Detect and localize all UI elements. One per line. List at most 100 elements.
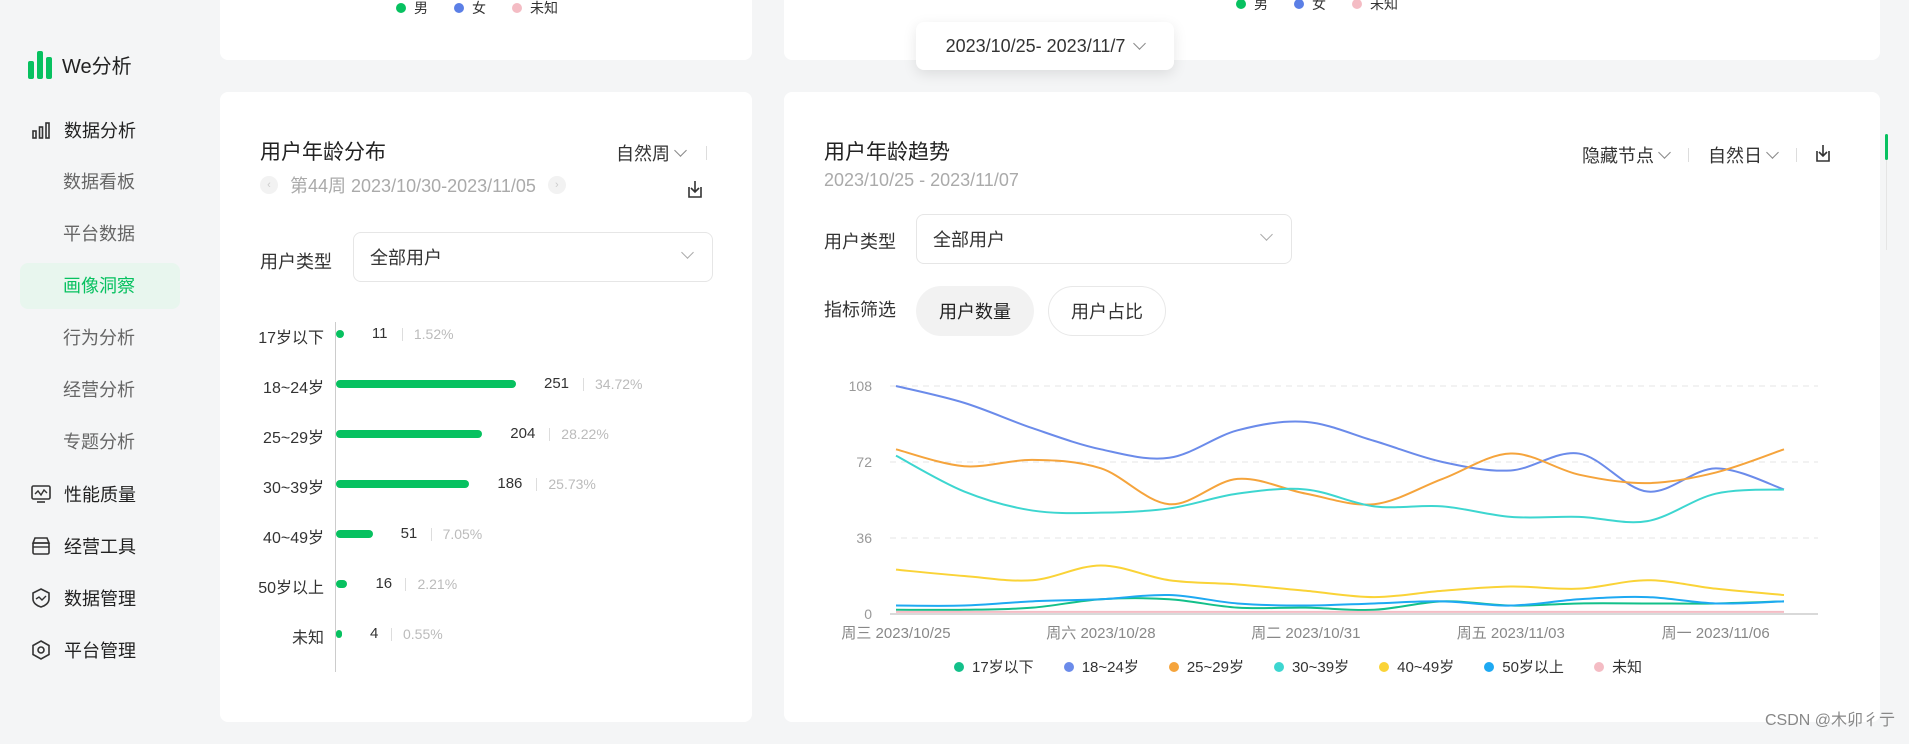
download-icon[interactable] xyxy=(684,178,706,200)
age-bar-row[interactable]: 30~39岁 186 25.73% xyxy=(220,472,752,497)
legend-item-female[interactable]: 女 xyxy=(454,0,486,18)
card-title: 用户年龄趋势 xyxy=(824,141,950,164)
hexagon-settings-icon xyxy=(32,640,50,660)
nav-item-dashboard[interactable]: 数据看板 xyxy=(20,156,180,208)
nav-item-topic-analysis[interactable]: 专题分析 xyxy=(20,416,180,468)
divider xyxy=(549,428,551,441)
legend-item[interactable]: 17岁以下 xyxy=(954,656,1034,677)
divider xyxy=(391,628,392,641)
scroll-indicator[interactable] xyxy=(1885,134,1888,160)
node-visibility-value: 隐藏节点 xyxy=(1582,146,1654,166)
select-value: 全部用户 xyxy=(370,248,442,268)
age-bar-value: 204 xyxy=(510,425,536,442)
series-line xyxy=(895,454,1785,524)
age-bar-row[interactable]: 17岁以下 11 1.52% xyxy=(220,322,752,347)
divider xyxy=(706,146,707,160)
we-logo-icon xyxy=(28,50,54,79)
legend-item[interactable]: 30~39岁 xyxy=(1273,656,1349,677)
series-line xyxy=(895,385,1785,493)
legend-dot-icon xyxy=(1168,661,1179,672)
nav-group-performance[interactable]: 性能质量 xyxy=(20,468,180,520)
nav-group-data-analysis[interactable]: 数据分析 xyxy=(20,104,180,156)
legend-item-male[interactable]: 男 xyxy=(1236,0,1268,14)
age-bar-percent: 28.22% xyxy=(561,426,609,442)
legend-label: 50岁以上 xyxy=(1502,659,1564,676)
chevron-down-icon xyxy=(674,144,687,157)
user-type-select[interactable]: 全部用户 xyxy=(353,232,713,282)
age-bar-label: 17岁以下 xyxy=(258,330,324,347)
age-bar-label: 25~29岁 xyxy=(263,430,324,447)
nav-item-profile-insight[interactable]: 画像洞察 xyxy=(20,263,180,309)
legend-item-male[interactable]: 男 xyxy=(396,0,428,18)
logo[interactable]: We分析 xyxy=(28,50,132,79)
legend-item[interactable]: 未知 xyxy=(1593,656,1642,677)
nav-group-data-management[interactable]: 数据管理 xyxy=(20,572,180,624)
monitor-icon xyxy=(31,485,51,503)
nav-group-platform-management[interactable]: 平台管理 xyxy=(20,624,180,676)
user-type-select[interactable]: 全部用户 xyxy=(916,214,1292,264)
scroll-track[interactable] xyxy=(1886,160,1887,250)
age-bar-row[interactable]: 未知 4 0.55% xyxy=(220,622,752,647)
granularity-dropdown[interactable]: 自然周 xyxy=(616,140,687,166)
age-bar-percent: 0.55% xyxy=(403,626,443,642)
date-range-picker[interactable]: 2023/10/25- 2023/11/7 xyxy=(916,22,1174,70)
legend-dot-icon xyxy=(1273,661,1284,672)
legend-item[interactable]: 50岁以上 xyxy=(1484,656,1564,677)
age-bar[interactable] xyxy=(336,430,483,438)
nav-item-platform-data[interactable]: 平台数据 xyxy=(20,208,180,260)
age-bar-percent: 2.21% xyxy=(417,576,458,592)
age-bar-row[interactable]: 50岁以上 16 2.21% xyxy=(220,572,752,597)
age-bar-percent: 25.73% xyxy=(548,476,596,492)
nav-item-business-analysis[interactable]: 经营分析 xyxy=(20,364,180,416)
node-visibility-dropdown[interactable]: 隐藏节点 xyxy=(1582,142,1671,168)
metric-ratio-pill[interactable]: 用户占比 xyxy=(1048,286,1166,336)
age-bar[interactable] xyxy=(336,530,373,538)
watermark: CSDN @木卯彳亍 xyxy=(1764,712,1895,729)
age-bar-label: 50岁以上 xyxy=(258,580,324,597)
age-bar[interactable] xyxy=(336,380,516,388)
age-bar-row[interactable]: 18~24岁 251 34.72% xyxy=(220,372,752,397)
granularity-dropdown[interactable]: 自然日 xyxy=(1708,142,1779,168)
download-icon[interactable] xyxy=(1812,142,1834,164)
legend-dot-icon xyxy=(954,661,964,672)
shield-icon xyxy=(32,588,50,608)
age-bar[interactable] xyxy=(336,580,348,588)
age-bar-percent: 1.52% xyxy=(413,326,454,342)
legend-item[interactable]: 25~29岁 xyxy=(1168,656,1244,677)
x-tick-label: 周一 2023/11/06 xyxy=(1662,625,1770,640)
logo-text: We分析 xyxy=(62,56,132,78)
metric-count-pill[interactable]: 用户数量 xyxy=(916,286,1034,336)
legend-label: 25~29岁 xyxy=(1186,659,1244,676)
legend-item-female[interactable]: 女 xyxy=(1294,0,1326,14)
legend-item[interactable]: 40~49岁 xyxy=(1379,656,1454,677)
gender-card-top: 男 女 未知 xyxy=(220,0,752,60)
divider xyxy=(1688,148,1689,162)
nav-group-label: 平台管理 xyxy=(64,641,136,661)
bar-axis xyxy=(335,322,336,672)
age-bar-row[interactable]: 40~49岁 51 7.05% xyxy=(220,522,752,547)
period-label: 第44周 2023/10/30-2023/11/05 xyxy=(290,176,536,196)
metric-filter-label: 指标筛选 xyxy=(824,300,896,320)
series-line xyxy=(895,448,1785,506)
x-tick-label: 周三 2023/10/25 xyxy=(841,625,950,640)
nav-group-business-tools[interactable]: 经营工具 xyxy=(20,520,180,572)
nav-group-label: 经营工具 xyxy=(64,537,136,557)
age-bar-label: 18~24岁 xyxy=(263,380,324,397)
nav-item-behavior-analysis[interactable]: 行为分析 xyxy=(20,312,180,364)
user-type-label: 用户类型 xyxy=(824,232,896,252)
age-bar[interactable] xyxy=(336,630,342,638)
legend-item[interactable]: 18~24岁 xyxy=(1063,656,1139,677)
age-bar[interactable] xyxy=(336,480,470,488)
age-bar-value: 251 xyxy=(544,375,570,392)
legend-label: 17岁以下 xyxy=(972,659,1034,676)
divider xyxy=(405,578,407,591)
date-range-subtitle: 2023/10/25 - 2023/11/07 xyxy=(824,170,1019,190)
prev-period-button[interactable]: ‹ xyxy=(260,176,278,194)
x-tick-label: 周二 2023/10/31 xyxy=(1251,625,1360,640)
legend-item-unknown[interactable]: 未知 xyxy=(512,0,558,18)
legend-item-unknown[interactable]: 未知 xyxy=(1352,0,1398,14)
age-bar-row[interactable]: 25~29岁 204 28.22% xyxy=(220,422,752,447)
next-period-button[interactable]: › xyxy=(547,176,566,194)
age-bar[interactable] xyxy=(336,330,344,338)
divider xyxy=(430,528,432,541)
